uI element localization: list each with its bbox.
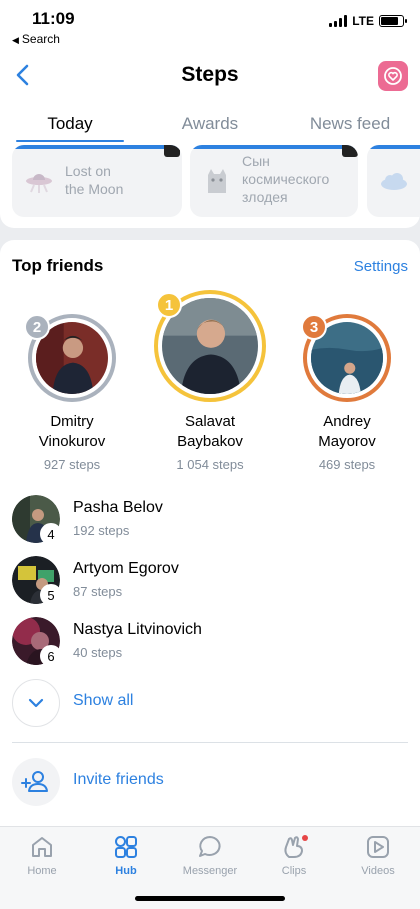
top-friends-card: Top friends Settings 2 Dmitry Vinokurov 9… bbox=[0, 240, 420, 826]
friend-name: Pasha Belov bbox=[73, 499, 163, 516]
section-title: Top friends bbox=[12, 256, 104, 275]
friend-name: Andrey Mayorov bbox=[318, 413, 376, 450]
invite-friends-label: Invite friends bbox=[73, 771, 164, 788]
active-tab-indicator bbox=[16, 140, 124, 142]
divider bbox=[12, 742, 408, 743]
podium-place-1[interactable]: 1 Salavat Baybakov 1 054 steps bbox=[150, 290, 270, 472]
award-card[interactable]: Сын космического злодея bbox=[190, 145, 358, 217]
award-card[interactable]: Lost on the Moon bbox=[12, 145, 182, 217]
award-title: Lost on the Moon bbox=[65, 163, 124, 197]
tab-hub[interactable]: Hub bbox=[84, 833, 168, 877]
heart-button[interactable] bbox=[378, 61, 408, 91]
tab-videos[interactable]: Videos bbox=[336, 833, 420, 877]
status-back-link[interactable]: ◀ Search bbox=[12, 32, 60, 46]
home-icon bbox=[32, 837, 52, 857]
battery-icon bbox=[379, 15, 407, 27]
chevron-down-icon bbox=[12, 679, 60, 727]
home-indicator[interactable] bbox=[135, 896, 285, 901]
award-card[interactable] bbox=[367, 145, 420, 217]
messenger-icon bbox=[199, 836, 221, 857]
friend-steps: 1 054 steps bbox=[176, 457, 244, 472]
bottom-tab-bar: Home Hub Messenger Clips Videos bbox=[0, 826, 420, 909]
tab-awards[interactable]: Awards bbox=[156, 114, 264, 134]
rank-badge: 5 bbox=[40, 584, 62, 606]
tab-today[interactable]: Today bbox=[16, 114, 124, 134]
friend-steps: 469 steps bbox=[318, 457, 376, 472]
rank-badge: 2 bbox=[24, 314, 50, 340]
cloud-icon bbox=[381, 173, 407, 190]
segment-tabs: Today Awards News feed bbox=[0, 114, 420, 142]
invite-friends-button[interactable]: Invite friends bbox=[0, 756, 420, 808]
awards-strip: Lost on the Moon Сын космического злодея bbox=[0, 145, 420, 220]
tab-clips[interactable]: Clips bbox=[252, 833, 336, 877]
nav-bar: Steps bbox=[0, 50, 420, 100]
friend-steps: 87 steps bbox=[73, 584, 123, 599]
rank-badge: 4 bbox=[40, 523, 62, 545]
list-item[interactable]: 5 Artyom Egorov 87 steps bbox=[0, 554, 420, 606]
rank-badge: 6 bbox=[40, 645, 62, 667]
friend-name: Salavat Baybakov bbox=[177, 413, 243, 450]
friend-name: Artyom Egorov bbox=[73, 560, 179, 577]
hub-icon bbox=[115, 836, 137, 858]
header-card: Steps Today Awards News feed Lost on the … bbox=[0, 50, 420, 228]
back-triangle-icon: ◀ bbox=[12, 35, 19, 45]
friend-steps: 40 steps bbox=[73, 645, 123, 660]
friend-steps: 192 steps bbox=[73, 523, 130, 538]
show-all-button[interactable]: Show all bbox=[0, 677, 420, 729]
list-item[interactable]: 4 Pasha Belov 192 steps bbox=[0, 493, 420, 545]
rank-badge: 1 bbox=[156, 292, 182, 318]
friend-steps: 927 steps bbox=[43, 457, 101, 472]
page-title: Steps bbox=[181, 63, 239, 86]
award-title: Сын космического злодея bbox=[242, 153, 330, 205]
list-item[interactable]: 6 Nastya Litvinovich 40 steps bbox=[0, 615, 420, 667]
status-bar: 11:09 ◀ Search LTE bbox=[0, 0, 420, 50]
tab-news-feed[interactable]: News feed bbox=[296, 114, 404, 134]
show-all-label: Show all bbox=[73, 692, 134, 709]
settings-link[interactable]: Settings bbox=[354, 258, 408, 275]
notification-dot bbox=[302, 835, 308, 841]
podium: 2 Dmitry Vinokurov 927 steps 1 Salavat Bay bbox=[0, 290, 420, 475]
tab-home[interactable]: Home bbox=[0, 833, 84, 877]
podium-place-2[interactable]: 2 Dmitry Vinokurov 927 steps bbox=[12, 314, 132, 472]
status-indicators: LTE bbox=[329, 14, 407, 28]
add-user-icon bbox=[12, 758, 60, 806]
villain-cat-icon bbox=[208, 169, 226, 193]
network-type: LTE bbox=[352, 14, 374, 28]
ufo-icon bbox=[26, 174, 52, 193]
tab-messenger[interactable]: Messenger bbox=[168, 833, 252, 877]
status-time: 11:09 bbox=[32, 9, 75, 28]
videos-icon bbox=[367, 836, 389, 858]
friend-name: Dmitry Vinokurov bbox=[38, 413, 106, 450]
rank-badge: 3 bbox=[301, 314, 327, 340]
signal-icon bbox=[329, 15, 348, 27]
friend-name: Nastya Litvinovich bbox=[73, 621, 202, 638]
heart-icon bbox=[384, 67, 402, 85]
podium-place-3[interactable]: 3 Andrey Mayorov 469 steps bbox=[287, 314, 407, 472]
avatar: 1 bbox=[154, 290, 266, 402]
avatar: 3 bbox=[301, 314, 391, 402]
status-back-label: Search bbox=[21, 32, 60, 46]
avatar: 2 bbox=[24, 314, 116, 402]
